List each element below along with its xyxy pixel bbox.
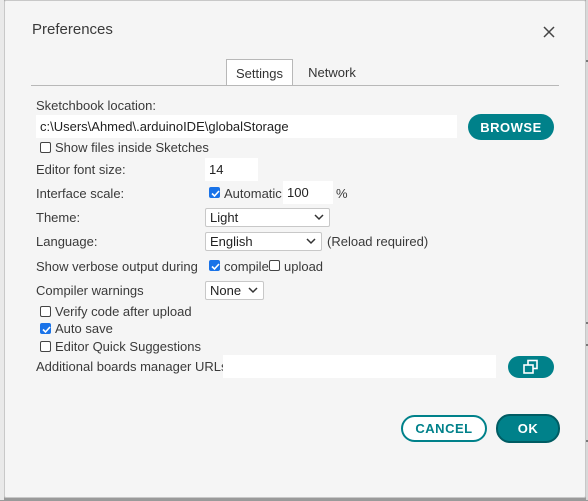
dialog-title: Preferences <box>32 21 113 38</box>
tab-divider <box>31 85 559 86</box>
language-select[interactable]: English <box>205 232 322 251</box>
open-window-icon <box>523 359 538 374</box>
auto-save-label: Auto save <box>55 321 113 336</box>
compiler-warnings-select[interactable]: None <box>205 281 264 300</box>
chevron-down-icon <box>248 287 258 294</box>
boards-manager-urls-label: Additional boards manager URLs: <box>36 359 232 374</box>
compiler-warnings-label: Compiler warnings <box>36 283 144 298</box>
language-label: Language: <box>36 234 98 249</box>
interface-scale-label: Interface scale: <box>36 186 125 201</box>
automatic-scale-label: Automatic <box>224 186 282 201</box>
sketchbook-location-input[interactable] <box>36 115 457 138</box>
editor-font-size-input[interactable] <box>205 158 258 181</box>
quick-suggestions-checkbox[interactable] <box>40 341 51 352</box>
theme-select[interactable]: Light <box>205 208 330 227</box>
verbose-upload-checkbox[interactable] <box>269 260 280 271</box>
theme-selected-value: Light <box>210 210 239 225</box>
checkmark-icon <box>42 326 51 334</box>
chevron-down-icon <box>314 214 324 221</box>
open-urls-editor-button[interactable] <box>508 356 554 378</box>
tab-network[interactable]: Network <box>298 59 366 86</box>
tab-settings[interactable]: Settings <box>226 59 293 86</box>
ok-button[interactable]: OK <box>496 414 560 443</box>
theme-label: Theme: <box>36 210 81 225</box>
checkmark-icon <box>211 263 220 271</box>
language-selected-value: English <box>210 234 253 249</box>
verbose-output-label: Show verbose output during <box>36 259 198 274</box>
preferences-dialog: Preferences Settings Network Sketchbook … <box>4 0 586 498</box>
verify-after-upload-checkbox[interactable] <box>40 306 51 317</box>
language-reload-note: (Reload required) <box>327 234 429 249</box>
verbose-compile-label: compile <box>224 259 269 274</box>
quick-suggestions-label: Editor Quick Suggestions <box>55 339 201 354</box>
interface-scale-unit: % <box>336 186 348 201</box>
close-icon[interactable] <box>540 23 558 41</box>
chevron-down-icon <box>306 238 316 245</box>
show-files-label: Show files inside Sketches <box>55 140 209 155</box>
automatic-scale-checkbox[interactable] <box>209 187 220 198</box>
boards-manager-urls-input[interactable] <box>223 355 496 378</box>
compiler-warnings-selected-value: None <box>210 283 242 298</box>
auto-save-checkbox[interactable] <box>40 323 51 334</box>
verify-after-upload-label: Verify code after upload <box>55 304 192 319</box>
verbose-compile-checkbox[interactable] <box>209 260 220 271</box>
browse-button[interactable]: BROWSE <box>468 114 554 140</box>
sketchbook-location-label: Sketchbook location: <box>36 98 156 113</box>
interface-scale-input[interactable] <box>283 181 333 204</box>
editor-font-size-label: Editor font size: <box>36 162 126 177</box>
cancel-button[interactable]: CANCEL <box>401 415 487 442</box>
verbose-upload-label: upload <box>284 259 324 274</box>
show-files-checkbox[interactable] <box>40 142 51 153</box>
checkmark-icon <box>211 190 220 198</box>
